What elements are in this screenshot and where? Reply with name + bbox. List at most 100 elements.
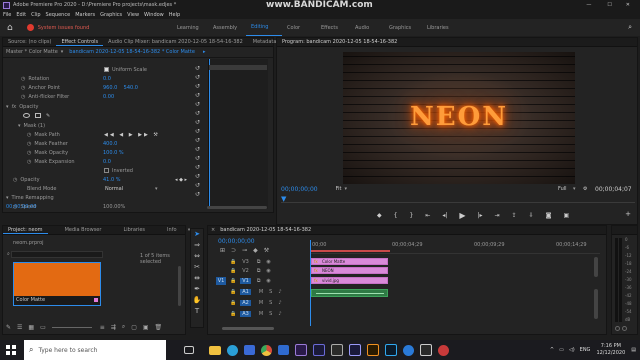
find-icon[interactable]: ⌕ (122, 323, 125, 331)
wrench-icon[interactable]: ⚒ (264, 247, 269, 254)
inverted-checkbox[interactable] (104, 168, 109, 173)
workspace-editing[interactable]: Editing (246, 19, 282, 36)
tab-source[interactable]: Source: (no clips) (3, 39, 56, 45)
notifications-icon[interactable]: ▤ (631, 347, 636, 353)
workspace-learning[interactable]: Learning (172, 25, 208, 31)
fit-dropdown[interactable]: Fit (336, 186, 342, 192)
windows-start-icon[interactable] (6, 345, 16, 355)
mic-icon[interactable]: ♪ (278, 311, 281, 317)
timeline-horizontal-scrollbar[interactable] (222, 327, 274, 330)
go-to-in-icon[interactable]: ⇤ (425, 212, 430, 219)
extract-icon[interactable]: ⇩ (529, 212, 534, 219)
snap-icon[interactable]: ⊃ (231, 247, 236, 254)
speed-value[interactable]: 100.00% (103, 204, 125, 210)
workspace-audio[interactable]: Audio (350, 25, 384, 31)
export-frame-icon[interactable]: ◙ (546, 212, 552, 219)
chevron-down-icon[interactable]: ▾ (6, 195, 9, 201)
reset-icon[interactable]: ↺ (195, 91, 207, 100)
reset-icon[interactable]: ↺ (195, 136, 207, 145)
timeline-vertical-scrollbar[interactable] (594, 257, 598, 277)
search-icon[interactable]: ⌕ (628, 23, 632, 32)
home-icon[interactable]: ⌂ (7, 23, 13, 33)
app-icon[interactable] (438, 344, 449, 356)
chat-icon[interactable] (403, 344, 414, 356)
reset-icon[interactable]: ↺ (195, 82, 207, 91)
reset-icon[interactable]: ↺ (195, 127, 207, 136)
chrome-icon[interactable] (261, 344, 272, 356)
rectangle-mask-icon[interactable] (35, 113, 41, 118)
mic-icon[interactable]: ♪ (278, 300, 281, 306)
program-monitor-title[interactable]: Program: bandicam 2020-12-05 18-54-16-38… (277, 39, 402, 45)
menu-file[interactable]: File (3, 12, 11, 18)
mic-icon[interactable]: ♪ (278, 289, 281, 295)
blend-mode-select[interactable]: Normal (105, 186, 123, 192)
opacity-value[interactable]: 41.0 % (103, 177, 120, 183)
trash-icon[interactable]: 🗑 (155, 324, 163, 331)
tab-info[interactable]: Info (162, 227, 181, 233)
chevron-down-icon[interactable]: ▾ (573, 186, 576, 192)
linked-selection-icon[interactable]: ⊸ (242, 247, 247, 254)
network-icon[interactable]: ▭ (559, 347, 564, 353)
reset-icon[interactable]: ↺ (195, 172, 207, 181)
mask-feather-value[interactable]: 400.0 (103, 141, 117, 147)
stopwatch-icon[interactable]: ◷ (21, 85, 25, 91)
sort-icon[interactable]: ≡ (100, 324, 105, 331)
reset-icon[interactable]: ↺ (195, 100, 207, 109)
play-only-icon[interactable]: ▸ (203, 49, 206, 55)
workspace-assembly[interactable]: Assembly (208, 25, 246, 31)
timeline-timecode[interactable]: 00;00;00;00 (218, 238, 255, 245)
audio-clip[interactable] (311, 289, 388, 297)
close-button[interactable]: ✕ (626, 2, 630, 8)
program-time-ruler[interactable]: ▼ (281, 195, 635, 203)
comparison-view-icon[interactable]: ▣ (563, 212, 569, 219)
edge-icon[interactable] (227, 344, 238, 356)
maximize-button[interactable]: ☐ (607, 2, 611, 8)
track-name-a2[interactable]: A2 (240, 299, 251, 306)
eye-icon[interactable]: ◉ (266, 268, 270, 274)
anti-flicker-value[interactable]: 0.00 (103, 94, 114, 100)
bandicam-icon[interactable] (331, 344, 343, 356)
mute-button[interactable]: M (259, 289, 263, 295)
menu-help[interactable]: Help (169, 12, 180, 18)
tab-project[interactable]: Project: neom (3, 227, 48, 234)
chevron-down-icon[interactable]: ▾ (6, 104, 9, 110)
menu-edit[interactable]: Edit (16, 12, 26, 18)
stopwatch-icon[interactable]: ◷ (27, 132, 31, 138)
lock-icon[interactable]: 🔒 (230, 300, 236, 306)
play-icon[interactable]: ▶ (459, 211, 465, 220)
reset-icon[interactable]: ↺ (195, 118, 207, 127)
tray-chevron-icon[interactable]: ^ (550, 347, 554, 353)
taskbar-search-placeholder[interactable]: Type here to search (38, 347, 97, 354)
workspace-color[interactable]: Color (282, 25, 316, 31)
automate-icon[interactable]: ⇶ (111, 324, 116, 331)
work-area-bar[interactable] (310, 250, 390, 252)
volume-icon[interactable]: ◁) (569, 347, 575, 353)
project-scrollbar[interactable] (178, 266, 181, 306)
stopwatch-icon[interactable]: ◷ (27, 159, 31, 165)
reset-icon[interactable]: ↺ (195, 181, 207, 190)
pen-tool-icon[interactable]: ✒ (191, 284, 203, 295)
razor-tool-icon[interactable]: ✂ (191, 262, 203, 273)
track-name-a1[interactable]: A1 (240, 288, 251, 295)
stopwatch-icon[interactable]: ◷ (27, 141, 31, 147)
anchor-point-value[interactable]: 960.0 540.0 (103, 85, 138, 91)
taskbar-search-box[interactable]: ⌕ Type here to search (24, 340, 166, 360)
chevron-down-icon[interactable]: ▾ (155, 186, 158, 192)
hand-tool-icon[interactable]: ✋ (191, 295, 203, 306)
solo-button[interactable]: S (269, 289, 272, 295)
menu-clip[interactable]: Clip (31, 12, 40, 18)
lock-icon[interactable]: 🔒 (230, 259, 236, 265)
language-indicator[interactable]: ENG (580, 347, 591, 353)
freeform-view-icon[interactable]: ▭ (40, 324, 46, 331)
minimize-button[interactable]: — (586, 2, 591, 8)
app-icon[interactable] (420, 344, 432, 356)
reset-icon[interactable]: ↺ (195, 64, 207, 73)
timeline-vertical-scrollbar[interactable] (594, 289, 598, 319)
tab-libraries[interactable]: Libraries (118, 227, 150, 233)
solo-button[interactable]: S (269, 300, 272, 306)
go-to-out-icon[interactable]: ⇥ (495, 212, 500, 219)
track-name-v3[interactable]: V3 (242, 259, 249, 265)
new-item-icon[interactable]: ▣ (143, 324, 149, 331)
new-bin-icon[interactable]: ▢ (131, 324, 137, 331)
rotation-value[interactable]: 0.0 (103, 76, 111, 82)
